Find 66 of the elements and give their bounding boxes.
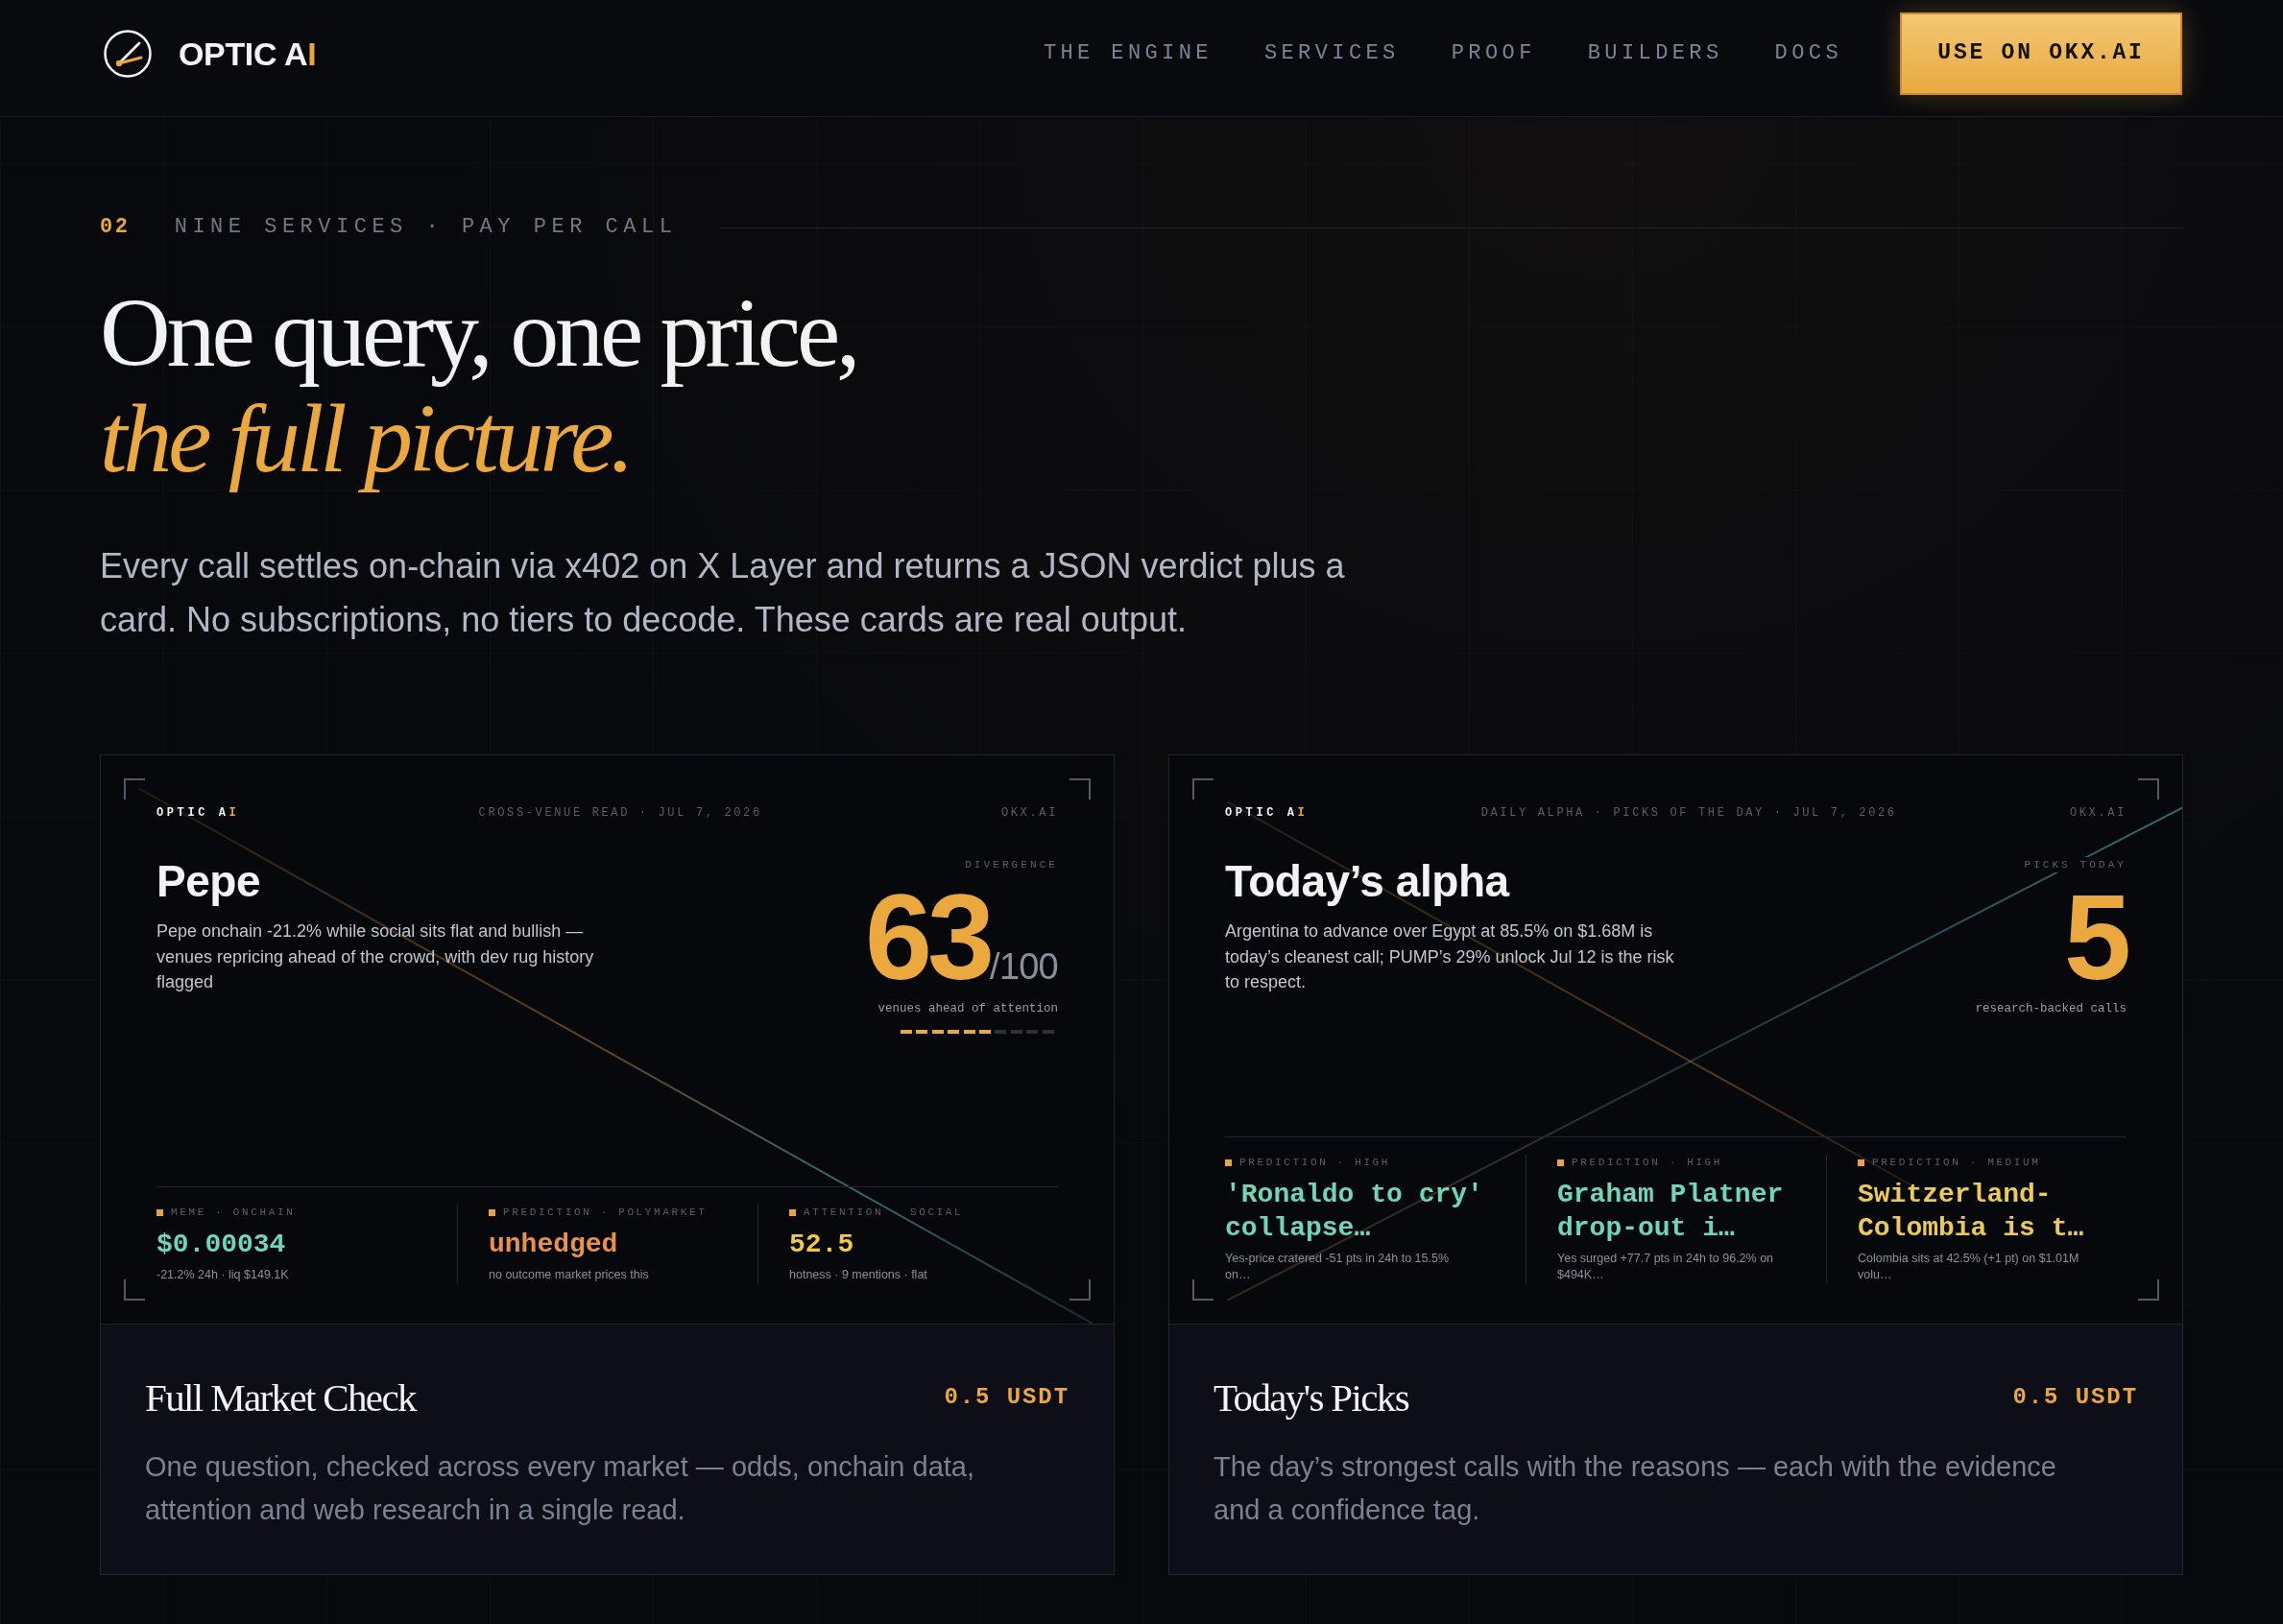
- preview-title: Today’s alpha: [1225, 857, 1511, 905]
- preview-summary: Argentina to advance over Egypt at 85.5% on $1.68M is today’s cleanest call; PUMP’s 29% unlock Jul 12 is the risk to respect.: [1225, 920, 1675, 993]
- nav-link[interactable]: THE ENGINE: [1043, 38, 1213, 68]
- preview-title: Pepe: [156, 857, 262, 905]
- metric-value: Switzerland-Colombia is t…: [1858, 1179, 2085, 1245]
- metric-label: PREDICTION · HIGH: [1239, 1156, 1391, 1170]
- section-heading-accent: the full picture.: [100, 386, 631, 491]
- section-heading: One query, one price,: [100, 280, 857, 386]
- corner-bracket-icon: [1192, 778, 1214, 800]
- metric-label: MEME · ONCHAIN: [171, 1206, 296, 1220]
- metric-label: PREDICTION · HIGH: [1572, 1156, 1723, 1170]
- metric-detail: no outcome market prices this: [489, 1267, 650, 1283]
- metric-label: PREDICTION · POLYMARKET: [503, 1206, 708, 1220]
- metric-value: 52.5: [789, 1229, 855, 1261]
- nav-link[interactable]: PROOF: [1451, 38, 1536, 68]
- metric-detail: -21.2% 24h · liq $149.1K: [156, 1267, 290, 1283]
- service-name: Full Market Check: [145, 1374, 416, 1421]
- metric-detail: Colombia sits at 42.5% (+1 pt) on $1.01M volu…: [1858, 1251, 2080, 1283]
- service-name: Today's Picks: [1214, 1374, 1408, 1421]
- preview-site: OKX.AI: [2069, 805, 2127, 822]
- corner-bracket-icon: [1192, 1279, 1214, 1301]
- section-number: 02: [100, 214, 131, 241]
- metric-value: 'Ronaldo to cry' collapse…: [1225, 1179, 1484, 1245]
- service-price: 0.5 USDT: [944, 1383, 1069, 1412]
- metric-label: PREDICTION · MEDIUM: [1872, 1156, 2041, 1170]
- metric-label: ATTENTION · SOCIAL: [804, 1206, 964, 1220]
- corner-bracket-icon: [2138, 1279, 2159, 1301]
- preview-site: OKX.AI: [1000, 805, 1058, 822]
- stat-value: 63: [865, 880, 991, 995]
- metric-value: unhedged: [489, 1229, 619, 1261]
- square-bullet-icon: [1858, 1158, 1864, 1166]
- service-description: One question, checked across every market — odds, onchain data, attention and web research in a single read.: [145, 1450, 976, 1527]
- stat-caption: venues ahead of attention: [877, 1001, 1058, 1017]
- preview-brand: OPTIC A I: [1225, 805, 1309, 822]
- service-description: The day’s strongest calls with the reasons — each with the evidence and a confidence tag.: [1214, 1450, 2057, 1527]
- square-bullet-icon: [1557, 1158, 1564, 1166]
- intro-text: Every call settles on-chain via x402 on X Layer and returns a JSON verdict plus a card. No subscriptions, no tiers to decode. These cards are real output.: [100, 545, 1346, 641]
- preview-brand: OPTIC A I: [156, 805, 240, 822]
- metric-value: $0.00034: [156, 1229, 287, 1261]
- corner-bracket-icon: [2138, 778, 2159, 800]
- service-price: 0.5 USDT: [2012, 1383, 2138, 1412]
- stat-caption: research-backed calls: [1975, 1001, 2127, 1017]
- stat-value: 5: [2063, 880, 2127, 995]
- nav-link[interactable]: SERVICES: [1263, 38, 1400, 68]
- preview-summary: Pepe onchain -21.2% while social sits flat and bullish — venues repricing ahead of the crowd, with dev rug history flagged: [156, 920, 595, 993]
- metric-detail: Yes surged +77.7 pts in 24h to 96.2% on $494K…: [1557, 1251, 1775, 1283]
- logo-icon: [104, 29, 152, 78]
- metric-value: Graham Platner drop-out i…: [1557, 1179, 1785, 1245]
- square-bullet-icon: [156, 1208, 163, 1216]
- square-bullet-icon: [1225, 1158, 1232, 1166]
- preview-tagline: CROSS-VENUE READ · JUL 7, 2026: [478, 805, 762, 822]
- cta-button[interactable]: USE ON OKX.AI: [1900, 12, 2182, 95]
- corner-bracket-icon: [1069, 778, 1091, 800]
- section-eyebrow: NINE SERVICES · PAY PER CALL: [174, 214, 678, 241]
- brand-name: OPTIC AI: [179, 34, 317, 73]
- nav-link[interactable]: BUILDERS: [1587, 38, 1723, 68]
- stat-suffix: /100: [990, 947, 1058, 986]
- metric-detail: Yes-price cratered -51 pts in 24h to 15.5% on…: [1225, 1251, 1450, 1283]
- corner-bracket-icon: [124, 778, 145, 800]
- nav-link[interactable]: DOCS: [1774, 38, 1842, 68]
- square-bullet-icon: [789, 1208, 796, 1216]
- corner-bracket-icon: [124, 1279, 145, 1301]
- metric-detail: hotness · 9 mentions · flat: [789, 1267, 928, 1283]
- square-bullet-icon: [489, 1208, 495, 1216]
- corner-bracket-icon: [1069, 1279, 1091, 1301]
- preview-tagline: DAILY ALPHA · PICKS OF THE DAY · JUL 7, 2026: [1480, 805, 1897, 822]
